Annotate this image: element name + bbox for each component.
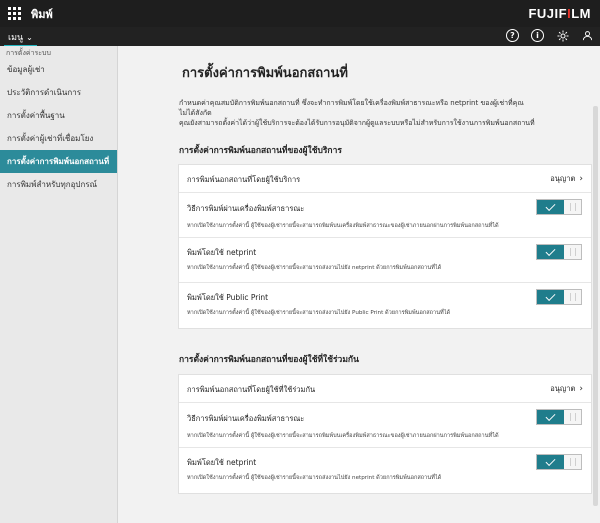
setting-description: หากเปิดใช้งานการตั้งค่านี้ ผู้ใช้ของผู้เ… [187,475,442,481]
menu-button[interactable]: เมนู ⌄ [4,29,37,47]
shared-netprint-toggle[interactable] [536,454,582,470]
sub-bar: เมนู ⌄ ? i [0,27,600,47]
sidebar-item-basic-settings[interactable]: การตั้งค่าพื้นฐาน [0,104,117,127]
check-icon [545,200,556,211]
sidebar-item-linked-tenant-settings[interactable]: การตั้งค่าผู้เช่าที่เชื่อมโยง [0,127,117,150]
sidebar-section-label: การตั้งค่าระบบ [6,49,51,57]
check-icon [545,410,556,421]
sidebar-item-offsite-print-settings[interactable]: การตั้งค่าการพิมพ์นอกสถานที่ [0,150,117,173]
sidebar: การตั้งค่าระบบ ข้อมูลผู้เช่า ประวัติการด… [0,46,118,523]
approval-row[interactable]: การพิมพ์นอกสถานที่โดยผู้ใช้ที่ใช้ร่วมกัน… [179,375,591,403]
gear-icon[interactable] [556,29,569,42]
sidebar-item-print-all-devices[interactable]: การพิมพ์สำหรับทุกอุปกรณ์ [0,173,117,196]
chevron-right-icon: › [579,174,583,184]
netprint-toggle[interactable] [536,244,582,260]
approval-label: การพิมพ์นอกสถานที่โดยผู้ใช้ที่ใช้ร่วมกัน [187,385,316,394]
info-icon[interactable]: i [531,29,544,42]
setting-row: วิธีการพิมพ์ผ่านเครื่องพิมพ์สาธารณะ หากเ… [179,403,591,448]
app-title: พิมพ์ [31,7,53,21]
check-icon [545,290,556,301]
help-icon[interactable]: ? [506,29,519,42]
setting-description: หากเปิดใช้งานการตั้งค่านี้ ผู้ใช้ของผู้เ… [187,265,442,271]
settings-card-service-users: การพิมพ์นอกสถานที่โดยผู้ใช้บริการ อนุญาต… [178,164,592,329]
section-title-shared-users: การตั้งค่าการพิมพ์นอกสถานที่ของผู้ใช้ที่… [179,355,359,365]
setting-label: พิมพ์โดยใช้ netprint [187,248,257,257]
setting-description: หากเปิดใช้งานการตั้งค่านี้ ผู้ใช้ของผู้เ… [187,310,451,316]
setting-description: หากเปิดใช้งานการตั้งค่านี้ ผู้ใช้ของผู้เ… [187,433,499,439]
check-icon [545,245,556,256]
setting-row: พิมพ์โดยใช้ Public Print หากเปิดใช้งานกา… [179,283,591,328]
section-title-service-users: การตั้งค่าการพิมพ์นอกสถานที่ของผู้ใช้บริ… [179,146,342,156]
setting-label: วิธีการพิมพ์ผ่านเครื่องพิมพ์สาธารณะ [187,204,305,213]
approval-row[interactable]: การพิมพ์นอกสถานที่โดยผู้ใช้บริการ อนุญาต… [179,165,591,193]
setting-label: วิธีการพิมพ์ผ่านเครื่องพิมพ์สาธารณะ [187,414,305,423]
setting-row: พิมพ์โดยใช้ netprint หากเปิดใช้งานการตั้… [179,238,591,283]
user-icon[interactable] [581,29,594,42]
chevron-down-icon: ⌄ [26,32,33,42]
sidebar-item-operation-history[interactable]: ประวัติการดำเนินการ [0,81,117,104]
page-title: การตั้งค่าการพิมพ์นอกสถานที่ [182,66,348,81]
approval-value[interactable]: อนุญาต › [550,383,583,395]
page-description: กำหนดค่าคุณสมบัติการพิมพ์นอกสถานที่ ซึ่ง… [179,99,535,127]
menu-label: เมนู [8,33,24,43]
brand-logo: FUJIFILM [528,6,591,21]
public-print-toggle[interactable] [536,289,582,305]
public-printer-toggle[interactable] [536,199,582,215]
setting-row: พิมพ์โดยใช้ netprint หากเปิดใช้งานการตั้… [179,448,591,493]
main-content: การตั้งค่าการพิมพ์นอกสถานที่ กำหนดค่าคุณ… [119,46,600,523]
scrollbar[interactable] [593,106,598,506]
shared-public-printer-toggle[interactable] [536,409,582,425]
approval-label: การพิมพ์นอกสถานที่โดยผู้ใช้บริการ [187,175,301,184]
setting-description: หากเปิดใช้งานการตั้งค่านี้ ผู้ใช้ของผู้เ… [187,223,499,229]
check-icon [545,455,556,466]
setting-row: วิธีการพิมพ์ผ่านเครื่องพิมพ์สาธารณะ หากเ… [179,193,591,238]
settings-card-shared-users: การพิมพ์นอกสถานที่โดยผู้ใช้ที่ใช้ร่วมกัน… [178,374,592,494]
setting-label: พิมพ์โดยใช้ netprint [187,458,257,467]
chevron-right-icon: › [579,384,583,394]
sidebar-item-tenant-info[interactable]: ข้อมูลผู้เช่า [0,58,117,81]
setting-label: พิมพ์โดยใช้ Public Print [187,293,269,302]
app-grid-icon[interactable] [8,6,22,21]
approval-value[interactable]: อนุญาต › [550,173,583,185]
top-bar: พิมพ์ FUJIFILM [0,0,600,27]
